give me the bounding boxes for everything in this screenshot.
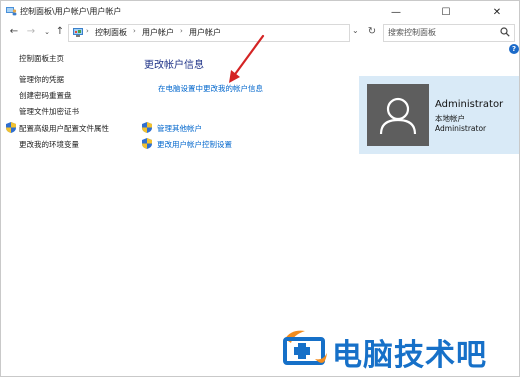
sidebar-item-control-panel-home[interactable]: 控制面板主页 (19, 53, 64, 64)
annotation-arrow (229, 34, 265, 83)
forward-button[interactable]: → (25, 26, 37, 38)
user-accounts-icon (6, 7, 17, 16)
recent-locations-button[interactable]: ⌄ (41, 26, 53, 38)
title-bar: 控制面板\用户帐户\用户帐户 — ☐ ✕ (1, 1, 519, 23)
breadcrumb-separator: › (180, 27, 183, 35)
shield-icon (142, 122, 152, 133)
control-panel-icon (73, 28, 83, 37)
avatar (367, 84, 429, 146)
minimize-button[interactable]: — (379, 1, 413, 23)
address-bar[interactable]: › 控制面板 › 用户帐户 › 用户帐户 (68, 24, 350, 42)
breadcrumb-separator: › (133, 27, 136, 35)
help-icon[interactable]: ? (509, 44, 519, 54)
user-silhouette-icon (379, 97, 417, 135)
address-dropdown-button[interactable]: ⌄ (352, 26, 359, 35)
refresh-button[interactable]: ↻ (364, 24, 380, 40)
search-input[interactable] (388, 27, 496, 38)
shield-icon (6, 122, 16, 133)
breadcrumb-control-panel[interactable]: 控制面板 (95, 27, 127, 38)
uac-settings-link[interactable]: 更改用户帐户控制设置 (157, 139, 232, 150)
shield-icon (142, 138, 152, 149)
manage-other-accounts-link[interactable]: 管理其他帐户 (157, 123, 202, 134)
search-box[interactable] (383, 24, 515, 42)
account-role: Administrator (435, 124, 487, 133)
watermark-logo-icon (283, 330, 327, 365)
user-account-tile: Administrator 本地帐户 Administrator (359, 76, 519, 154)
sidebar-item-file-encryption-certificates[interactable]: 管理文件加密证书 (19, 106, 79, 117)
sidebar-item-manage-credentials[interactable]: 管理你的凭据 (19, 74, 64, 85)
account-type: 本地帐户 (435, 114, 465, 123)
window-title: 控制面板\用户帐户\用户帐户 (20, 7, 122, 16)
sidebar-item-environment-variables[interactable]: 更改我的环境变量 (19, 139, 79, 150)
breadcrumb-user-accounts-current[interactable]: 用户帐户 (189, 27, 221, 38)
back-button[interactable]: ← (8, 26, 20, 38)
control-panel-window: 控制面板\用户帐户\用户帐户 — ☐ ✕ ← → ⌄ ↑ › 控制面板 › 用户… (0, 0, 520, 377)
watermark: 电脑技术吧 (281, 327, 517, 373)
maximize-button[interactable]: ☐ (429, 1, 463, 23)
watermark-text: 电脑技术吧 (332, 338, 487, 373)
close-button[interactable]: ✕ (480, 1, 514, 23)
page-title: 更改帐户信息 (144, 60, 204, 71)
breadcrumb-separator: › (86, 27, 89, 35)
breadcrumb-user-accounts[interactable]: 用户帐户 (142, 27, 174, 38)
sidebar-item-advanced-profile-properties[interactable]: 配置高级用户配置文件属性 (19, 123, 109, 134)
user-name: Administrator (435, 99, 504, 110)
up-button[interactable]: ↑ (54, 26, 66, 38)
sidebar-item-create-reset-disk[interactable]: 创建密码重置盘 (19, 90, 72, 101)
search-icon[interactable] (500, 27, 510, 37)
